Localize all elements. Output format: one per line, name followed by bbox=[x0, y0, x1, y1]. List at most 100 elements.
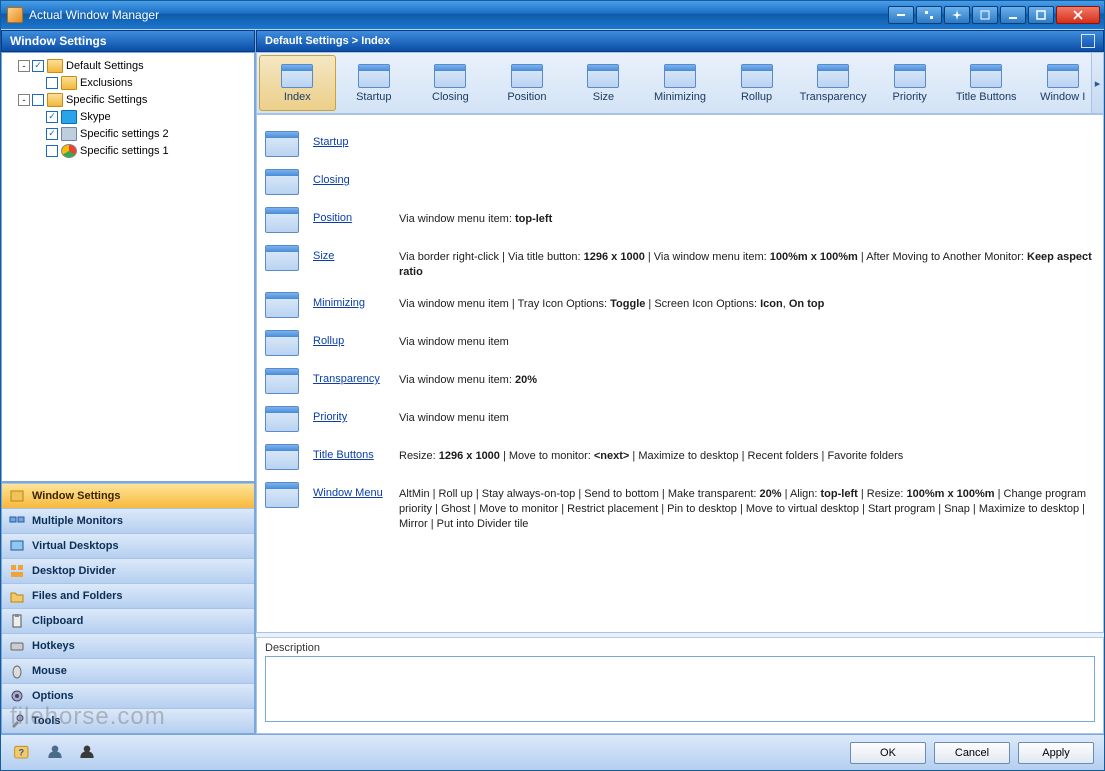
window-icon bbox=[894, 64, 926, 88]
tree-checkbox[interactable] bbox=[46, 77, 58, 89]
maximize-panel-icon[interactable] bbox=[1081, 34, 1095, 48]
setting-link-priority[interactable]: Priority bbox=[313, 406, 399, 423]
tree-item[interactable]: -Specific Settings bbox=[4, 91, 252, 108]
tree-item[interactable]: Specific settings 1 bbox=[4, 142, 252, 159]
toolbar-next-arrow[interactable]: ▸ bbox=[1091, 53, 1103, 113]
setting-row: MinimizingVia window menu item | Tray Ic… bbox=[265, 286, 1095, 324]
maximize-button[interactable] bbox=[1028, 6, 1054, 24]
toolbar-size[interactable]: Size bbox=[565, 55, 642, 111]
toolbar-label: Priority bbox=[893, 91, 927, 103]
category-clipboard[interactable]: Clipboard bbox=[2, 608, 254, 633]
toolbar-window-i[interactable]: Window I bbox=[1024, 55, 1101, 111]
category-hotkeys[interactable]: Hotkeys bbox=[2, 633, 254, 658]
help-button[interactable]: ? bbox=[11, 742, 35, 764]
category-desktop-divider[interactable]: Desktop Divider bbox=[2, 558, 254, 583]
toolbar-transparency[interactable]: Transparency bbox=[795, 55, 872, 111]
bottom-bar: ? OK Cancel Apply bbox=[1, 734, 1104, 770]
minimize-button[interactable] bbox=[1000, 6, 1026, 24]
setting-link-window-menu[interactable]: Window Menu bbox=[313, 482, 399, 499]
setting-summary: AltMin | Roll up | Stay always-on-top | … bbox=[399, 482, 1095, 532]
category-options[interactable]: Options bbox=[2, 683, 254, 708]
tree-item[interactable]: ✓ Skype bbox=[4, 108, 252, 125]
category-label: Hotkeys bbox=[32, 640, 75, 652]
tree-expander-icon[interactable]: - bbox=[18, 94, 30, 106]
toolbar-title-buttons[interactable]: Title Buttons bbox=[948, 55, 1025, 111]
cancel-button[interactable]: Cancel bbox=[934, 742, 1010, 764]
titlebar-aux2-button[interactable] bbox=[916, 6, 942, 24]
settings-tree[interactable]: -✓Default Settings Exclusions -Specific Se… bbox=[1, 52, 255, 482]
tree-checkbox[interactable]: ✓ bbox=[46, 111, 58, 123]
setting-link-position[interactable]: Position bbox=[313, 207, 399, 224]
setting-link-startup[interactable]: Startup bbox=[313, 131, 399, 148]
toolbar-index[interactable]: Index bbox=[259, 55, 336, 111]
window-icon bbox=[587, 64, 619, 88]
tree-item[interactable]: ✓ Specific settings 2 bbox=[4, 125, 252, 142]
window-icon bbox=[265, 169, 299, 195]
setting-link-title-buttons[interactable]: Title Buttons bbox=[313, 444, 399, 461]
toolbar-label: Closing bbox=[432, 91, 469, 103]
category-icon bbox=[8, 588, 26, 604]
breadcrumb-bar: Default Settings > Index bbox=[256, 30, 1104, 52]
tree-checkbox[interactable]: ✓ bbox=[46, 128, 58, 140]
setting-link-transparency[interactable]: Transparency bbox=[313, 368, 399, 385]
setting-link-rollup[interactable]: Rollup bbox=[313, 330, 399, 347]
window-icon bbox=[265, 207, 299, 233]
titlebar-aux1-button[interactable] bbox=[888, 6, 914, 24]
toolbar-startup[interactable]: Startup bbox=[336, 55, 413, 111]
setting-row: Window MenuAltMin | Roll up | Stay alway… bbox=[265, 476, 1095, 538]
category-label: Multiple Monitors bbox=[32, 515, 123, 527]
category-window-settings[interactable]: Window Settings bbox=[2, 483, 254, 508]
tree-expander-icon[interactable]: - bbox=[18, 60, 30, 72]
toolbar-position[interactable]: Position bbox=[489, 55, 566, 111]
profile1-button[interactable] bbox=[43, 742, 67, 764]
sidebar-header: Window Settings bbox=[1, 30, 255, 52]
category-files-and-folders[interactable]: Files and Folders bbox=[2, 583, 254, 608]
category-icon bbox=[8, 613, 26, 629]
setting-row: Startup bbox=[265, 125, 1095, 163]
category-label: Files and Folders bbox=[32, 590, 122, 602]
category-icon bbox=[8, 663, 26, 679]
titlebar-aux3-button[interactable] bbox=[944, 6, 970, 24]
toolbar-rollup[interactable]: Rollup bbox=[718, 55, 795, 111]
window-icon bbox=[511, 64, 543, 88]
setting-summary: Resize: 1296 x 1000 | Move to monitor: <… bbox=[399, 444, 903, 464]
toolbar-label: Minimizing bbox=[654, 91, 706, 103]
category-label: Mouse bbox=[32, 665, 67, 677]
setting-summary: Via window menu item: 20% bbox=[399, 368, 537, 388]
apply-button[interactable]: Apply bbox=[1018, 742, 1094, 764]
description-textarea[interactable] bbox=[265, 656, 1095, 722]
toolbar-minimizing[interactable]: Minimizing bbox=[642, 55, 719, 111]
setting-row: PositionVia window menu item: top-left bbox=[265, 201, 1095, 239]
tree-checkbox[interactable] bbox=[46, 145, 58, 157]
tree-item[interactable]: -✓Default Settings bbox=[4, 57, 252, 74]
category-tools[interactable]: Tools bbox=[2, 708, 254, 733]
ok-button[interactable]: OK bbox=[850, 742, 926, 764]
toolbar-label: Transparency bbox=[800, 91, 867, 103]
category-list: Window Settings Multiple Monitors Virtual … bbox=[1, 482, 255, 734]
window-icon bbox=[265, 292, 299, 318]
category-mouse[interactable]: Mouse bbox=[2, 658, 254, 683]
svg-text:?: ? bbox=[19, 747, 25, 757]
setting-summary: Via window menu item: top-left bbox=[399, 207, 552, 227]
close-button[interactable] bbox=[1056, 6, 1100, 24]
category-virtual-desktops[interactable]: Virtual Desktops bbox=[2, 533, 254, 558]
profile2-button[interactable] bbox=[75, 742, 99, 764]
window-icon bbox=[265, 482, 299, 508]
tree-item-label: Exclusions bbox=[80, 77, 133, 89]
tree-item-label: Specific settings 2 bbox=[80, 128, 169, 140]
setting-link-minimizing[interactable]: Minimizing bbox=[313, 292, 399, 309]
setting-link-size[interactable]: Size bbox=[313, 245, 399, 262]
tree-checkbox[interactable] bbox=[32, 94, 44, 106]
tree-item-label: Skype bbox=[80, 111, 111, 123]
setting-link-closing[interactable]: Closing bbox=[313, 169, 399, 186]
setting-summary: Via border right-click | Via title butto… bbox=[399, 245, 1095, 280]
toolbar-priority[interactable]: Priority bbox=[871, 55, 948, 111]
setting-summary: Via window menu item bbox=[399, 406, 509, 426]
titlebar-aux4-button[interactable] bbox=[972, 6, 998, 24]
category-multiple-monitors[interactable]: Multiple Monitors bbox=[2, 508, 254, 533]
tree-checkbox[interactable]: ✓ bbox=[32, 60, 44, 72]
window-icon bbox=[741, 64, 773, 88]
app-window: Actual Window Manager Window Settings -✓… bbox=[0, 0, 1105, 771]
tree-item[interactable]: Exclusions bbox=[4, 74, 252, 91]
toolbar-closing[interactable]: Closing bbox=[412, 55, 489, 111]
